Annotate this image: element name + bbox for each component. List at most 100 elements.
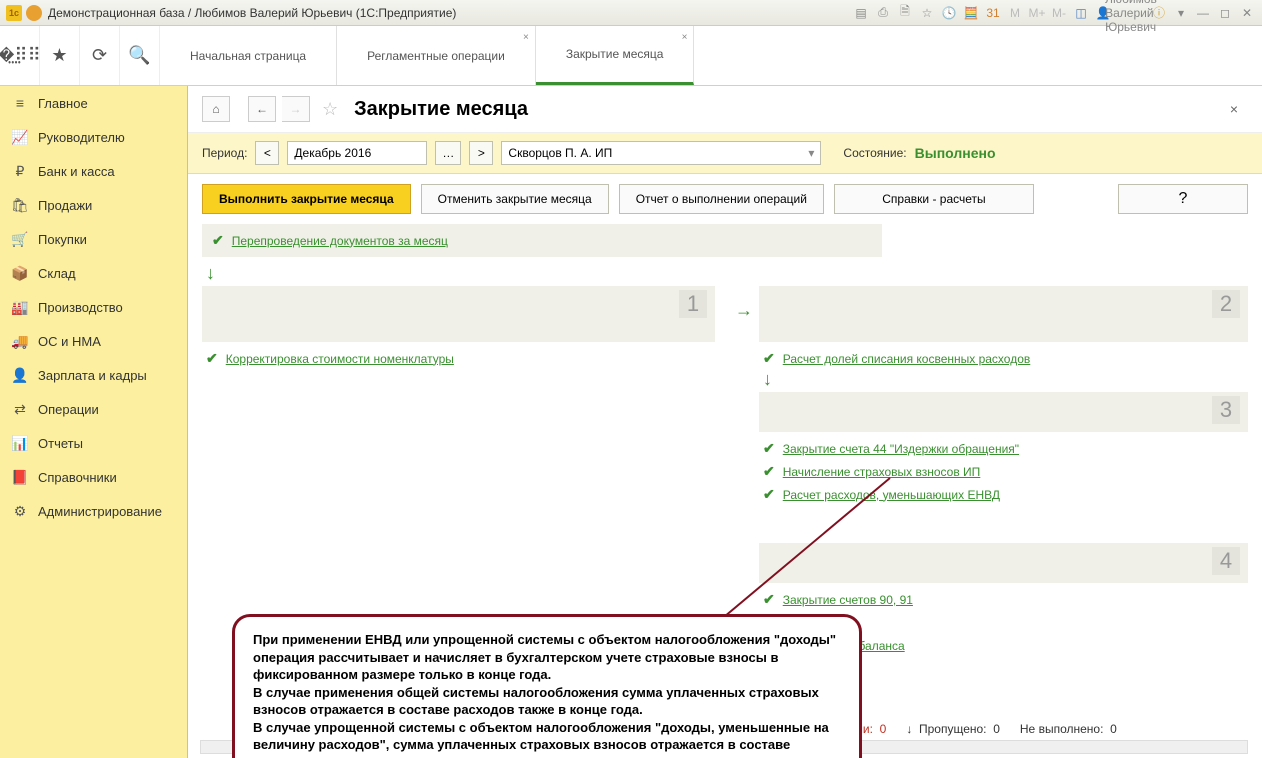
close-page-button[interactable]: × <box>1230 101 1248 117</box>
run-close-button[interactable]: Выполнить закрытие месяца <box>202 184 411 214</box>
chart-icon: 📈 <box>12 129 28 145</box>
m-plus-icon[interactable]: M+ <box>1028 4 1046 22</box>
favorite-icon[interactable]: ☆ <box>322 99 338 120</box>
sidebar-item-catalogs[interactable]: 📕Справочники <box>0 460 187 494</box>
book-icon: 📕 <box>12 469 28 485</box>
person-icon: 👤 <box>12 367 28 383</box>
tool-icon[interactable]: ⎙ <box>874 4 892 22</box>
sidebar-item-operations[interactable]: ⇄Операции <box>0 392 187 426</box>
sidebar-item-bank[interactable]: ₽Банк и касса <box>0 154 187 188</box>
period-ellipsis-button[interactable]: … <box>435 141 461 165</box>
arrow-down-icon: ↓ <box>763 369 1248 390</box>
sidebar-item-main[interactable]: ≡Главное <box>0 86 187 120</box>
period-prev-button[interactable]: < <box>255 141 279 165</box>
op-step1-1: ✔ Корректировка стоимости номенклатуры <box>202 350 715 367</box>
titlebar: 1c Демонстрационная база / Любимов Валер… <box>0 0 1262 26</box>
tool-icon[interactable]: ▤ <box>852 4 870 22</box>
apps-icon[interactable]: �⵿⠿⠿ <box>0 26 40 85</box>
actions-row: Выполнить закрытие месяца Отменить закры… <box>188 174 1262 224</box>
search-icon[interactable]: 🔍 <box>120 26 160 85</box>
step-2: 2 <box>759 286 1248 342</box>
sidebar-item-admin[interactable]: ⚙Администрирование <box>0 494 187 528</box>
dropdown-icon[interactable]: ▾ <box>1172 4 1190 22</box>
bag-icon: 🛍 <box>12 197 28 213</box>
sidebar-item-assets[interactable]: 🚚ОС и НМА <box>0 324 187 358</box>
sidebar-item-purchases[interactable]: 🛒Покупки <box>0 222 187 256</box>
page-title: Закрытие месяца <box>354 98 528 121</box>
step-number: 1 <box>679 290 707 318</box>
arrow-right-icon: → <box>735 300 753 321</box>
op-step4-1: ✔ Закрытие счетов 90, 91 <box>759 591 1248 608</box>
menu-icon: ≡ <box>12 95 28 111</box>
app-logo-icon: 1c <box>6 5 22 21</box>
check-icon: ✔ <box>763 463 775 480</box>
sidebar: ≡Главное 📈Руководителю ₽Банк и касса 🛍Пр… <box>0 86 188 758</box>
window-title: Демонстрационная база / Любимов Валерий … <box>48 6 852 20</box>
status-value: Выполнено <box>915 145 996 161</box>
ruble-icon: ₽ <box>12 163 28 179</box>
check-icon: ✔ <box>763 486 775 503</box>
sidebar-item-manager[interactable]: 📈Руководителю <box>0 120 187 154</box>
op-link[interactable]: Закрытие счета 44 "Издержки обращения" <box>783 442 1019 456</box>
status-label: Состояние: <box>843 146 906 160</box>
op-link-repost[interactable]: Перепроведение документов за месяц <box>232 234 448 248</box>
sidebar-item-reports[interactable]: 📊Отчеты <box>0 426 187 460</box>
back-button[interactable]: ← <box>248 96 276 122</box>
op-link[interactable]: Закрытие счетов 90, 91 <box>783 593 913 607</box>
close-button[interactable]: ✕ <box>1238 4 1256 22</box>
step-number: 4 <box>1212 547 1240 575</box>
check-icon: ✔ <box>763 350 775 367</box>
op-link[interactable]: Расчет расходов, уменьшающих ЕНВД <box>783 488 1000 502</box>
app-menu-icon[interactable] <box>26 5 42 21</box>
minimize-button[interactable]: — <box>1194 4 1212 22</box>
report-button[interactable]: Отчет о выполнении операций <box>619 184 824 214</box>
sidebar-item-production[interactable]: 🏭Производство <box>0 290 187 324</box>
m-minus-icon[interactable]: M- <box>1050 4 1068 22</box>
op-step3-3: ✔ Расчет расходов, уменьшающих ЕНВД <box>759 486 1248 503</box>
user-name[interactable]: Любимов Валерий Юрьевич <box>1122 4 1140 22</box>
check-icon: ✔ <box>206 350 218 367</box>
box-icon: 📦 <box>12 265 28 281</box>
tab-start[interactable]: Начальная страница <box>160 26 337 85</box>
history-icon[interactable]: 🕓 <box>940 4 958 22</box>
tab-close-month[interactable]: Закрытие месяца× <box>536 26 695 85</box>
topnav: �⵿⠿⠿ ★ ⟳ 🔍 Начальная страница Регламентн… <box>0 26 1262 86</box>
step-3: 3 <box>759 392 1248 432</box>
period-input[interactable]: Декабрь 2016 <box>287 141 427 165</box>
tab-regl[interactable]: Регламентные операции× <box>337 26 536 85</box>
home-button[interactable]: ⌂ <box>202 96 230 122</box>
op-link[interactable]: Начисление страховых взносов ИП <box>783 465 981 479</box>
op-link[interactable]: Корректировка стоимости номенклатуры <box>226 352 454 366</box>
m-icon[interactable]: M <box>1006 4 1024 22</box>
org-select[interactable]: Скворцов П. А. ИП ▾ <box>501 141 821 165</box>
step-1: 1 <box>202 286 715 342</box>
arrow-down-icon: ↓ <box>206 263 1248 284</box>
star-icon[interactable]: ★ <box>40 26 80 85</box>
close-icon[interactable]: × <box>682 32 688 43</box>
sidebar-item-sales[interactable]: 🛍Продажи <box>0 188 187 222</box>
period-next-button[interactable]: > <box>469 141 493 165</box>
sidebar-item-salary[interactable]: 👤Зарплата и кадры <box>0 358 187 392</box>
chevron-down-icon: ▾ <box>808 146 814 160</box>
panel-icon[interactable]: ◫ <box>1072 4 1090 22</box>
calendar-icon[interactable]: 31 <box>984 4 1002 22</box>
refs-button[interactable]: Справки - расчеты <box>834 184 1034 214</box>
content: ⌂ ← → ☆ Закрытие месяца × Период: < Дека… <box>188 86 1262 758</box>
period-label: Период: <box>202 146 247 160</box>
help-button[interactable]: ? <box>1118 184 1248 214</box>
cancel-close-button[interactable]: Отменить закрытие месяца <box>421 184 609 214</box>
callout-text: При применении ЕНВД или упрощенной систе… <box>253 631 841 758</box>
tool-icon[interactable]: 🗎 <box>896 4 914 22</box>
clipboard-icon[interactable]: ⟳ <box>80 26 120 85</box>
calculator-icon[interactable]: 🧮 <box>962 4 980 22</box>
maximize-button[interactable]: ◻ <box>1216 4 1234 22</box>
gear-icon: ⚙ <box>12 503 28 519</box>
favorites-icon[interactable]: ☆ <box>918 4 936 22</box>
op-link[interactable]: Расчет долей списания косвенных расходов <box>783 352 1031 366</box>
bars-icon: 📊 <box>12 435 28 451</box>
close-icon[interactable]: × <box>523 32 529 43</box>
content-header: ⌂ ← → ☆ Закрытие месяца × <box>188 86 1262 133</box>
info-icon[interactable]: ⓘ <box>1150 4 1168 22</box>
forward-button[interactable]: → <box>282 96 310 122</box>
sidebar-item-stock[interactable]: 📦Склад <box>0 256 187 290</box>
